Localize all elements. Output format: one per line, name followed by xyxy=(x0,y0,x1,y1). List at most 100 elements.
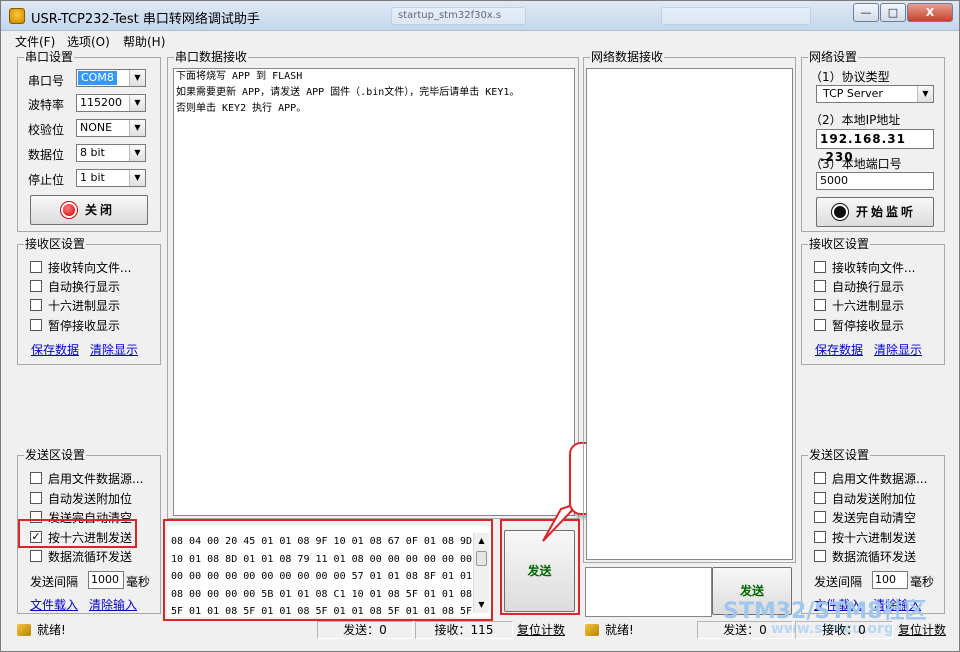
checkbox[interactable] xyxy=(30,550,42,562)
checkbox[interactable] xyxy=(814,299,826,311)
checkbox[interactable] xyxy=(30,261,42,273)
stopbits-label: 停止位 xyxy=(28,173,65,187)
left-file-load-link[interactable]: 文件载入 xyxy=(30,596,78,613)
listen-label: 开始监听 xyxy=(855,205,916,219)
close-button[interactable]: X xyxy=(907,3,953,22)
serial-recv-textarea[interactable]: 下面将烧写 APP 到 FLASH 如果需要更新 APP，请发送 APP 固件（… xyxy=(173,68,575,516)
right-status-ready: 就绪! xyxy=(605,623,634,637)
ip-input[interactable]: 192.168.31 .230 xyxy=(816,129,934,164)
left-clear-input-link[interactable]: 清除输入 xyxy=(89,596,137,613)
listen-button[interactable]: 开始监听 xyxy=(816,197,934,227)
minimize-button[interactable]: — xyxy=(853,3,879,22)
baud-value: 115200 xyxy=(80,96,122,109)
serial-close-label: 关闭 xyxy=(84,203,115,217)
chevron-down-icon: ▼ xyxy=(129,95,145,111)
chevron-down-icon: ▼ xyxy=(129,145,145,161)
recv-line: 否则单击 KEY2 执行 APP。 xyxy=(176,103,307,114)
right-recv-count: 接收：0 xyxy=(795,621,893,639)
protocol-label: （1）协议类型 xyxy=(810,70,890,84)
databits-select[interactable]: 8 bit ▼ xyxy=(76,144,146,162)
chevron-down-icon: ▼ xyxy=(129,120,145,136)
left-send-settings-title: 发送区设置 xyxy=(24,448,87,462)
left-clear-display-link[interactable]: 清除显示 xyxy=(90,341,138,358)
right-recv-settings-title: 接收区设置 xyxy=(808,237,871,251)
baud-label: 波特率 xyxy=(28,98,65,112)
ready-icon xyxy=(585,624,599,636)
protocol-select[interactable]: TCP Server ▼ xyxy=(816,85,934,103)
checkbox[interactable] xyxy=(30,299,42,311)
checkbox[interactable] xyxy=(814,319,826,331)
checkbox[interactable] xyxy=(30,492,42,504)
net-settings-group: 网络设置 （1）协议类型 TCP Server ▼ （2）本地IP地址 192.1… xyxy=(801,50,945,232)
left-recv-settings-group: 接收区设置 接收转向文件... 自动换行显示 十六进制显示 暂停接收显示 保存数… xyxy=(17,237,161,365)
local-port-label: （3）本地端口号 xyxy=(810,157,902,171)
left-reset-count[interactable]: 复位计数 xyxy=(517,621,565,638)
checkbox[interactable] xyxy=(814,550,826,562)
right-reset-count[interactable]: 复位计数 xyxy=(898,621,946,638)
menu-options[interactable]: 选项(O) xyxy=(67,33,110,50)
main-window: USR-TCP232-Test 串口转网络调试助手 startup_stm32f… xyxy=(0,0,960,652)
checkbox[interactable] xyxy=(814,280,826,292)
serial-recv-group: 串口数据接收 下面将烧写 APP 到 FLASH 如果需要更新 APP，请发送 … xyxy=(167,50,579,519)
net-send-textarea[interactable] xyxy=(585,567,712,617)
port-select[interactable]: COM8 ▼ xyxy=(76,69,146,87)
menu-file[interactable]: 文件(F) xyxy=(15,33,55,50)
hex-send-highlight xyxy=(18,519,137,548)
app-icon xyxy=(9,8,25,24)
serial-recv-title: 串口数据接收 xyxy=(174,50,249,64)
stopbits-value: 1 bit xyxy=(80,171,105,184)
databits-value: 8 bit xyxy=(80,146,105,159)
checkbox[interactable] xyxy=(30,280,42,292)
right-sent-count: 发送：0 xyxy=(697,621,793,639)
parity-value: NONE xyxy=(80,121,113,134)
status-led-icon xyxy=(62,204,75,216)
right-status: 就绪! xyxy=(585,621,634,640)
right-send-settings-title: 发送区设置 xyxy=(808,448,871,462)
maximize-button[interactable]: □ xyxy=(880,3,906,22)
checkbox[interactable] xyxy=(30,472,42,484)
stopbits-select[interactable]: 1 bit ▼ xyxy=(76,169,146,187)
left-save-data-link[interactable]: 保存数据 xyxy=(31,341,79,358)
left-interval-input[interactable]: 1000 xyxy=(88,571,124,589)
left-status-ready: 就绪! xyxy=(37,623,66,637)
left-sent-count: 发送：0 xyxy=(317,621,413,639)
checkbox[interactable] xyxy=(30,319,42,331)
serial-settings-title: 串口设置 xyxy=(24,50,75,64)
checkbox[interactable] xyxy=(814,472,826,484)
background-window-tab-2 xyxy=(661,7,811,25)
right-interval-unit: 毫秒 xyxy=(910,575,935,589)
background-window-tab: startup_stm32f30x.s xyxy=(391,7,526,25)
port-value: COM8 xyxy=(78,71,117,85)
right-save-data-link[interactable]: 保存数据 xyxy=(815,341,863,358)
checkbox[interactable] xyxy=(814,261,826,273)
serial-settings-group: 串口设置 串口号 COM8 ▼ 波特率 115200 ▼ 校验位 NONE ▼ 数据位… xyxy=(17,50,161,232)
right-interval-input[interactable]: 100 xyxy=(872,571,908,589)
parity-label: 校验位 xyxy=(28,123,65,137)
recv-line: 下面将烧写 APP 到 FLASH xyxy=(176,71,303,82)
menu-help[interactable]: 帮助(H) xyxy=(123,33,165,50)
net-recv-group: 网络数据接收 xyxy=(583,50,796,563)
title-bar[interactable]: USR-TCP232-Test 串口转网络调试助手 startup_stm32f… xyxy=(1,1,959,31)
net-recv-title: 网络数据接收 xyxy=(590,50,665,64)
local-port-input[interactable]: 5000 xyxy=(816,172,934,190)
chevron-down-icon: ▼ xyxy=(129,170,145,186)
ready-icon xyxy=(17,624,31,636)
ip-label: （2）本地IP地址 xyxy=(810,113,901,127)
send-area-highlight xyxy=(163,519,493,621)
left-status: 就绪! xyxy=(17,621,66,640)
checkbox[interactable] xyxy=(814,531,826,543)
checkbox[interactable] xyxy=(814,511,826,523)
right-clear-display-link[interactable]: 清除显示 xyxy=(874,341,922,358)
window-title: USR-TCP232-Test 串口转网络调试助手 xyxy=(31,12,260,27)
parity-select[interactable]: NONE ▼ xyxy=(76,119,146,137)
net-recv-textarea[interactable] xyxy=(586,68,793,560)
left-recv-count: 接收：115 xyxy=(415,621,513,639)
checkbox[interactable] xyxy=(814,492,826,504)
menu-bar: 文件(F) 选项(O) 帮助(H) xyxy=(1,31,959,50)
recv-line: 如果需要更新 APP，请发送 APP 固件（.bin文件），完毕后请单击 KEY… xyxy=(176,87,520,98)
databits-label: 数据位 xyxy=(28,148,65,162)
left-interval-unit: 毫秒 xyxy=(126,575,151,589)
baud-select[interactable]: 115200 ▼ xyxy=(76,94,146,112)
left-recv-settings-title: 接收区设置 xyxy=(24,237,87,251)
serial-close-button[interactable]: 关闭 xyxy=(30,195,148,225)
